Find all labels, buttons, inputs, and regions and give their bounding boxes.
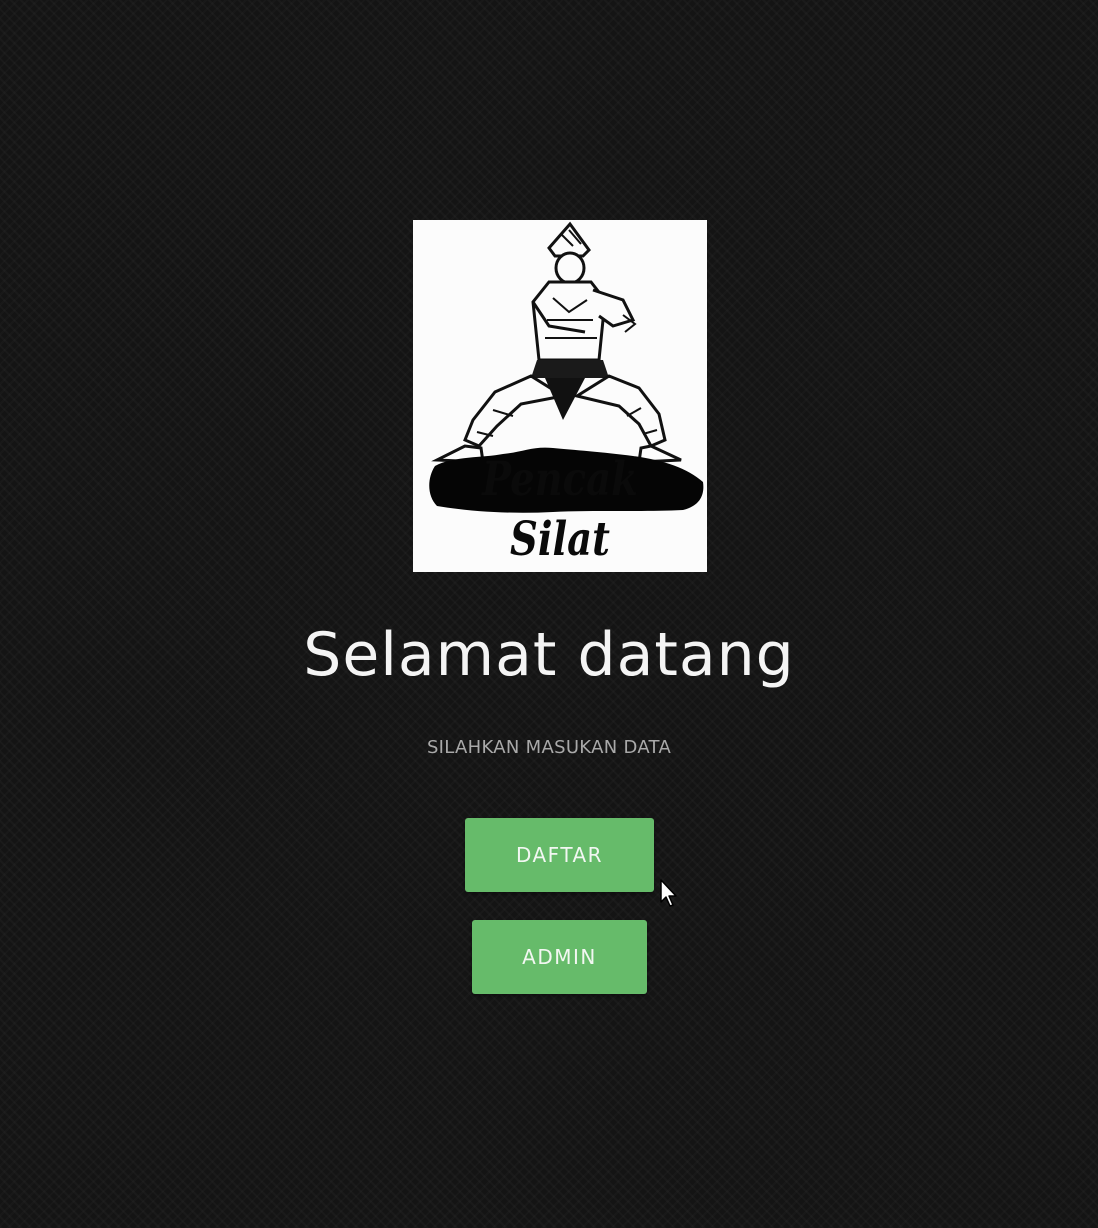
- page-title: Selamat datang: [303, 620, 795, 690]
- daftar-button[interactable]: DAFTAR: [465, 818, 654, 892]
- landing-page: Pencak Silat Selamat datang SILAHKAN MAS…: [0, 0, 1098, 1228]
- mouse-cursor-icon: [660, 879, 677, 907]
- page-subtitle: SILAHKAN MASUKAN DATA: [426, 737, 672, 758]
- admin-button[interactable]: ADMIN: [472, 920, 647, 994]
- pencak-silat-logo: Pencak Silat: [413, 220, 707, 572]
- logo-text: Pencak Silat: [482, 452, 638, 567]
